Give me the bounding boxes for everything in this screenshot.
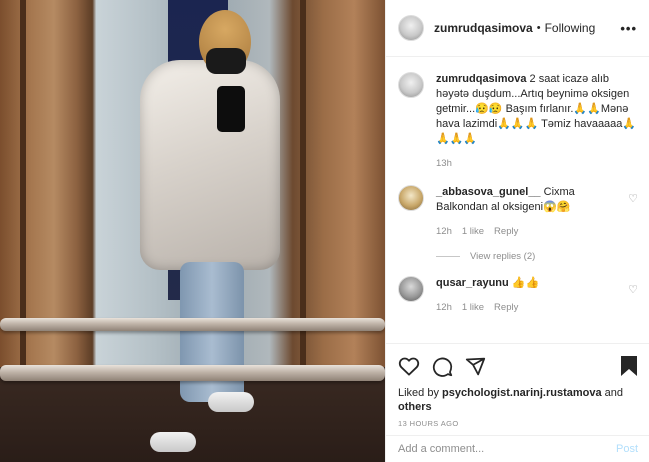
handrail-upper	[0, 318, 385, 331]
post-sidebar: zumrudqasimova • Following ••• zumrudqas…	[385, 0, 649, 462]
bookmark-icon[interactable]	[620, 355, 638, 377]
comment-heart-icon[interactable]: ♡	[628, 192, 638, 239]
following-button[interactable]: Following	[545, 21, 596, 35]
caption-time[interactable]: 13h	[436, 156, 452, 171]
comment-time[interactable]: 12h	[436, 224, 452, 239]
author-username[interactable]: zumrudqasimova	[434, 21, 533, 35]
comment-input[interactable]: Add a comment...	[398, 443, 616, 455]
post-actions: Liked by psychologist.narinj.rustamova a…	[386, 343, 649, 435]
comment-item: qusar_rayunu 👍👍 12h 1 like Reply ♡	[398, 276, 638, 315]
view-replies-label: View replies (2)	[470, 251, 536, 262]
share-icon[interactable]	[465, 356, 486, 377]
shoe-shape	[208, 392, 254, 412]
add-comment-bar: Add a comment... Post	[386, 435, 649, 462]
reply-line-divider	[436, 256, 460, 257]
comment-item: _abbasova_gunel__ Cixma Balkondan al oks…	[398, 185, 638, 239]
comment-likes[interactable]: 1 like	[462, 300, 484, 315]
caption-username[interactable]: zumrudqasimova	[436, 73, 526, 85]
post-photo[interactable]	[0, 0, 385, 462]
post-button[interactable]: Post	[616, 443, 638, 455]
comment-time[interactable]: 12h	[436, 300, 452, 315]
post-timestamp[interactable]: 13 HOURS AGO	[398, 419, 638, 428]
comment-username[interactable]: _abbasova_gunel__	[436, 186, 541, 198]
comment-icon[interactable]	[432, 356, 453, 377]
reply-button[interactable]: Reply	[494, 300, 518, 315]
liked-by-label: Liked by	[398, 387, 439, 399]
and-label: and	[604, 387, 624, 399]
comments-list[interactable]: zumrudqasimova 2 saat icazə alıb həyətə …	[386, 58, 649, 343]
avatar[interactable]	[398, 15, 424, 41]
avatar[interactable]	[398, 185, 424, 211]
instagram-post: zumrudqasimova • Following ••• zumrudqas…	[0, 0, 649, 462]
others-link[interactable]: others	[398, 401, 432, 413]
more-options-icon[interactable]: •••	[620, 21, 637, 36]
caption: zumrudqasimova 2 saat icazə alıb həyətə …	[398, 72, 638, 171]
view-replies-button[interactable]: View replies (2)	[436, 251, 638, 262]
comment-likes[interactable]: 1 like	[462, 224, 484, 239]
liked-by-user[interactable]: psychologist.narinj.rustamova	[442, 387, 602, 399]
separator-dot: •	[536, 22, 541, 34]
jeans-shape	[180, 262, 244, 402]
handrail-lower	[0, 365, 385, 381]
comment-text: 👍👍	[511, 277, 540, 289]
likes-summary: Liked by psychologist.narinj.rustamova a…	[398, 386, 638, 414]
shoe-shape	[150, 432, 196, 452]
comment-username[interactable]: qusar_rayunu	[436, 277, 509, 289]
post-header: zumrudqasimova • Following •••	[386, 0, 649, 57]
avatar[interactable]	[398, 72, 424, 98]
heart-icon[interactable]	[398, 356, 420, 376]
comment-heart-icon[interactable]: ♡	[628, 283, 638, 315]
phone-shape	[217, 86, 245, 132]
coat-shape	[140, 60, 280, 270]
reply-button[interactable]: Reply	[494, 224, 518, 239]
avatar[interactable]	[398, 276, 424, 302]
mask-shape	[206, 48, 246, 74]
